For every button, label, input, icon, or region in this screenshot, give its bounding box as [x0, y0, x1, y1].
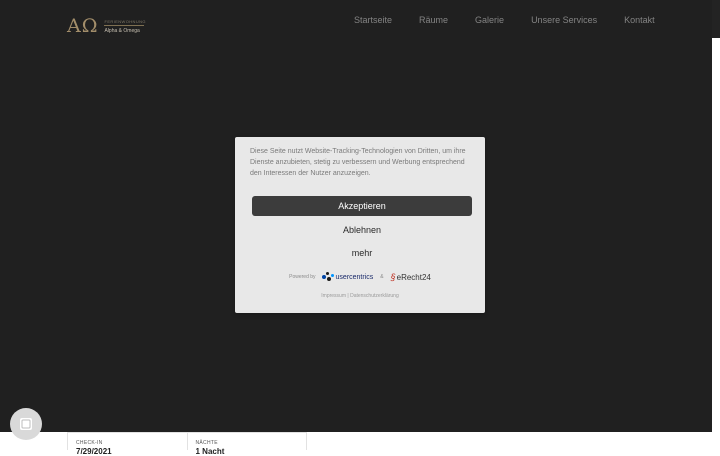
consent-links: Impressum | Datenschutzerklärung [235, 293, 485, 299]
booking-widget: CHECK-IN 7/29/2021 NÄCHTE 1 Nacht [67, 432, 307, 456]
powered-by-row: Powered by usercentrics & § eRecht24 [235, 269, 485, 285]
powered-by-label: Powered by [289, 274, 316, 280]
imprint-link[interactable]: Impressum [321, 293, 346, 299]
erecht24-swirl-icon: § [390, 272, 396, 282]
checkin-value: 7/29/2021 [76, 447, 112, 456]
usercentrics-logo[interactable]: usercentrics [321, 272, 374, 282]
header-strip [712, 0, 720, 38]
privacy-settings-button[interactable] [10, 408, 42, 440]
ampersand: & [380, 274, 384, 280]
usercentrics-dots-icon [321, 272, 334, 282]
link-separator: | [347, 293, 349, 299]
more-button[interactable]: mehr [252, 244, 472, 262]
consent-text: Diese Seite nutzt Website-Tracking-Techn… [250, 148, 466, 177]
accept-button[interactable]: Akzeptieren [252, 196, 472, 216]
erecht24-text: eRecht24 [396, 272, 431, 282]
nights-label: NÄCHTE [195, 440, 218, 446]
deny-button[interactable]: Ablehnen [252, 221, 472, 239]
nights-value: 1 Nacht [195, 447, 225, 456]
checkin-label: CHECK-IN [76, 440, 103, 446]
fingerprint-icon [20, 418, 32, 430]
erecht24-logo[interactable]: § eRecht24 [391, 272, 431, 282]
privacy-link[interactable]: Datenschutzerklärung [350, 293, 399, 299]
usercentrics-text: usercentrics [335, 273, 374, 281]
nights-field[interactable]: NÄCHTE 1 Nacht [188, 433, 307, 456]
checkin-field[interactable]: CHECK-IN 7/29/2021 [68, 433, 188, 456]
cookie-consent-dialog: Diese Seite nutzt Website-Tracking-Techn… [235, 137, 485, 313]
